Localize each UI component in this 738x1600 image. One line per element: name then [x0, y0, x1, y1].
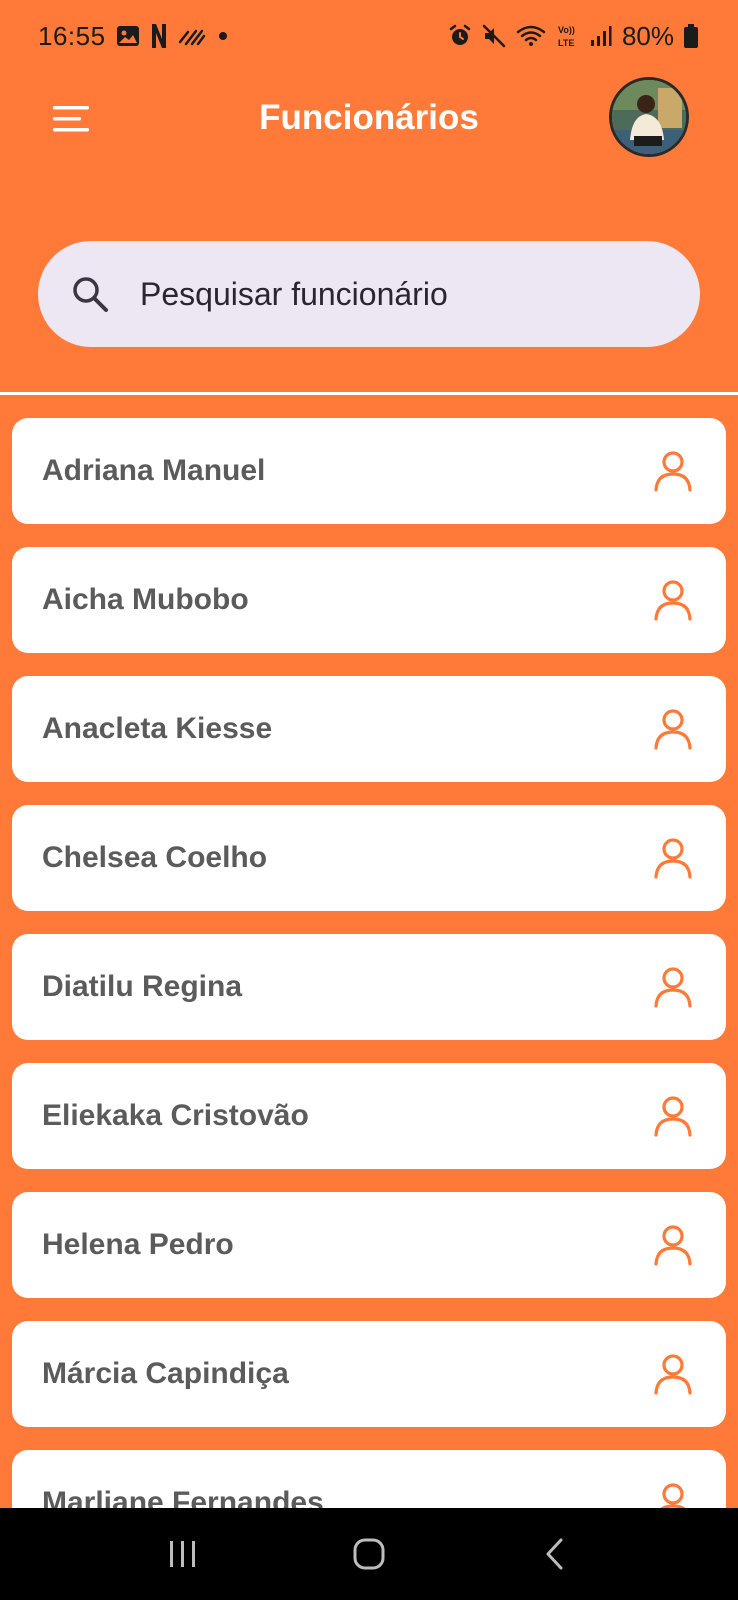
- status-time: 16:55: [38, 20, 106, 51]
- battery-percent: 80%: [621, 20, 674, 51]
- employee-card[interactable]: Márcia Capindiça: [12, 1321, 726, 1427]
- home-icon: [353, 1538, 385, 1570]
- employee-card[interactable]: Chelsea Coelho: [12, 805, 726, 911]
- netflix-icon: [150, 23, 168, 49]
- recents-button[interactable]: [143, 1524, 223, 1584]
- employee-card[interactable]: Adriana Manuel: [12, 418, 726, 524]
- back-button[interactable]: [515, 1524, 595, 1584]
- status-right: Vo)) LTE 80%: [448, 21, 698, 52]
- search-icon: [70, 274, 110, 314]
- employee-list: Adriana Manuel Aicha Mubobo Anacleta Kiess…: [12, 418, 726, 1508]
- recents-icon: [170, 1541, 195, 1567]
- employee-name: Márcia Capindiça: [42, 1357, 289, 1390]
- person-icon[interactable]: [650, 577, 696, 623]
- app-bar: Funcionários: [0, 72, 738, 168]
- screen: 16:55 Vo)) LTE 80% Funcionários Pesquisa…: [0, 0, 738, 1600]
- search-input[interactable]: [140, 275, 620, 313]
- person-icon[interactable]: [650, 706, 696, 752]
- user-avatar-image: [612, 80, 686, 154]
- employee-card[interactable]: Eliekaka Cristovão: [12, 1063, 726, 1169]
- person-icon[interactable]: [650, 448, 696, 494]
- signal-wave-icon: [178, 26, 206, 46]
- person-icon[interactable]: [650, 1222, 696, 1268]
- status-left: 16:55: [38, 21, 230, 52]
- home-button[interactable]: [329, 1524, 409, 1584]
- employee-card[interactable]: Helena Pedro: [12, 1192, 726, 1298]
- wifi-icon: [516, 24, 546, 48]
- employee-card[interactable]: Diatilu Regina: [12, 934, 726, 1040]
- employee-name: Adriana Manuel: [42, 454, 266, 487]
- svg-text:LTE: LTE: [558, 38, 574, 48]
- svg-text:Vo)): Vo)): [558, 25, 575, 35]
- employee-card[interactable]: Marliane Fernandes: [12, 1450, 726, 1508]
- alarm-icon: [448, 24, 472, 48]
- employee-name: Diatilu Regina: [42, 970, 243, 1003]
- person-icon[interactable]: [650, 964, 696, 1010]
- mute-icon: [482, 24, 506, 48]
- employee-name: Eliekaka Cristovão: [42, 1099, 309, 1132]
- volte-icon: Vo)) LTE: [556, 23, 580, 49]
- person-icon[interactable]: [650, 835, 696, 881]
- person-icon[interactable]: [650, 1480, 696, 1508]
- employee-card[interactable]: Aicha Mubobo: [12, 547, 726, 653]
- back-icon: [546, 1538, 563, 1570]
- person-icon[interactable]: [650, 1093, 696, 1139]
- employee-name: Chelsea Coelho: [42, 841, 268, 874]
- employee-name: Marliane Fernandes: [42, 1486, 324, 1508]
- cell-signal-icon: [590, 25, 612, 47]
- employee-name: Anacleta Kiesse: [42, 712, 273, 745]
- navigation-bar: [0, 1508, 738, 1600]
- battery-icon: [684, 24, 698, 48]
- divider: [0, 392, 738, 395]
- status-bar: 16:55 Vo)) LTE 80%: [0, 0, 738, 72]
- employee-name: Helena Pedro: [42, 1228, 234, 1261]
- dot-icon: [216, 29, 230, 43]
- gallery-icon: [116, 25, 140, 47]
- person-icon[interactable]: [650, 1351, 696, 1397]
- search-box[interactable]: [38, 241, 700, 347]
- avatar[interactable]: [609, 77, 689, 157]
- employee-card[interactable]: Anacleta Kiesse: [12, 676, 726, 782]
- employee-name: Aicha Mubobo: [42, 583, 249, 616]
